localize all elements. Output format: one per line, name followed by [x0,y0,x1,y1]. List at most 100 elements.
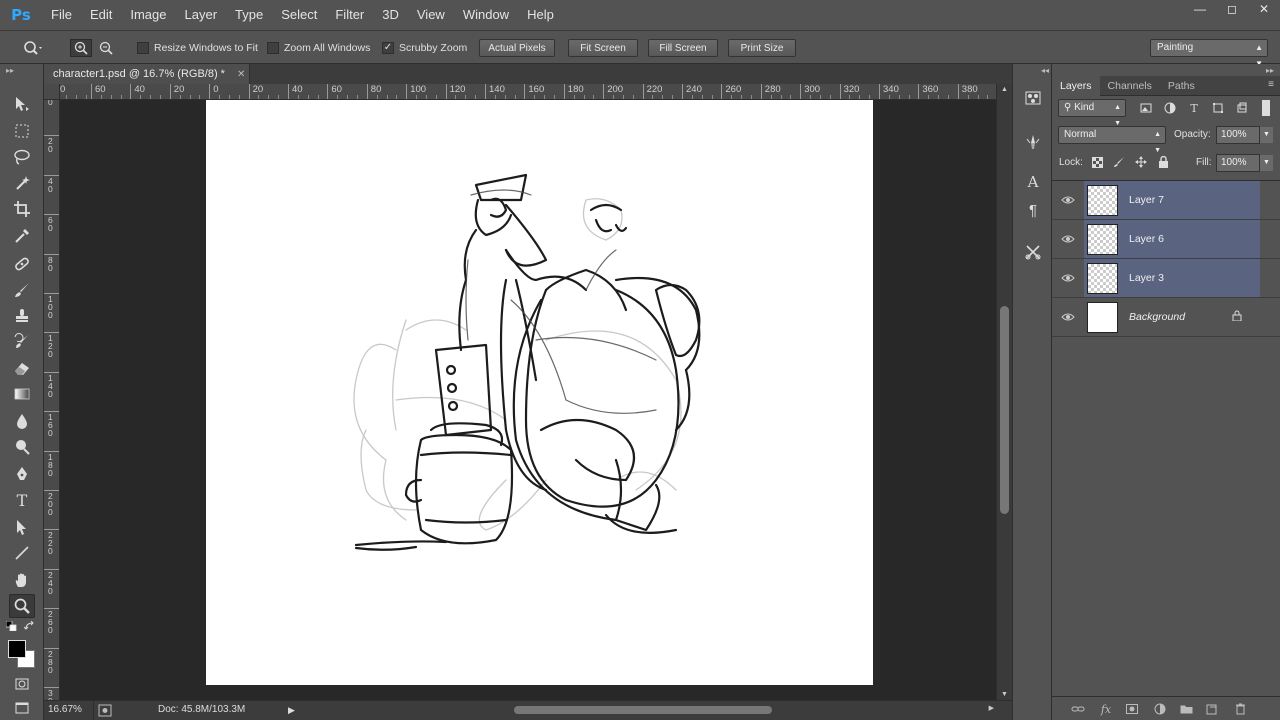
line-tool-icon[interactable] [9,541,35,565]
delete-layer-trash-icon[interactable] [1232,701,1248,717]
visibility-eye-icon[interactable] [1058,259,1078,297]
adjustment-layer-filter-icon[interactable] [1162,100,1178,116]
dodge-tool-icon[interactable] [9,435,35,459]
shape-layer-filter-icon[interactable] [1210,100,1226,116]
zoom-level-field[interactable]: 16.67% [44,701,94,720]
resize-windows-checkbox[interactable] [137,41,149,54]
close-button[interactable]: ✕ [1248,0,1280,18]
scrubby-zoom-checkbox[interactable]: ✓ [382,41,394,54]
vertical-ruler[interactable]: 0 20 40 60 80 100 120 140 160 180 200 220 240 260 280 3… [44,100,60,700]
close-document-icon[interactable]: ✕ [237,69,245,80]
eyedropper-tool-icon[interactable] [9,224,35,248]
tool-presets-icon[interactable] [1021,240,1045,264]
screen-mode-icon[interactable] [9,696,35,720]
zoom-tool-preset-icon[interactable] [22,39,44,57]
menu-window[interactable]: Window [454,0,518,30]
brush-presets-icon[interactable] [1021,86,1045,110]
tab-layers[interactable]: Layers [1052,76,1100,96]
type-layer-filter-icon[interactable]: T [1186,100,1202,116]
magic-wand-tool-icon[interactable] [9,171,35,195]
pen-tool-icon[interactable] [9,462,35,486]
scrubby-zoom-option[interactable]: ✓ Scrubby Zoom [382,31,467,64]
adjustment-layer-icon[interactable] [1152,701,1168,717]
zoom-all-checkbox[interactable] [267,41,279,54]
blur-tool-icon[interactable] [9,409,35,433]
menu-3d[interactable]: 3D [373,0,408,30]
menu-help[interactable]: Help [518,0,563,30]
layer-style-fx-icon[interactable]: fx [1098,701,1114,717]
horizontal-scrollbar[interactable]: ▶ [302,703,1002,717]
character-panel-icon[interactable]: A [1021,170,1045,194]
marquee-tool-icon[interactable] [9,119,35,143]
new-layer-icon[interactable] [1204,701,1220,717]
path-selection-tool-icon[interactable] [9,515,35,539]
lasso-tool-icon[interactable] [9,145,35,169]
lock-image-icon[interactable] [1112,155,1126,169]
ruler-origin[interactable] [44,84,60,100]
layer-row[interactable]: Layer 7 [1052,181,1280,220]
lock-position-icon[interactable] [1134,155,1148,169]
menu-select[interactable]: Select [272,0,326,30]
tab-paths[interactable]: Paths [1160,76,1203,96]
menu-edit[interactable]: Edit [81,0,121,30]
new-group-folder-icon[interactable] [1178,701,1194,717]
visibility-eye-icon[interactable] [1058,220,1078,258]
lock-transparent-icon[interactable] [1090,155,1104,169]
chevron-down-icon[interactable]: ▼ [1259,155,1273,171]
menu-file[interactable]: File [42,0,81,30]
move-tool-icon[interactable] [9,92,35,116]
chevron-down-icon[interactable]: ▼ [1259,127,1273,143]
filter-toggle-switch[interactable] [1262,100,1270,116]
collapse-toolbar-icon[interactable]: ▸▸ [6,66,14,75]
zoom-out-icon[interactable] [95,39,117,57]
fill-screen-button[interactable]: Fill Screen [648,39,718,57]
layer-row[interactable]: Layer 3 [1052,259,1280,298]
document-tab[interactable]: character1.psd @ 16.7% (RGB/8) * ✕ [44,64,250,84]
filter-kind-select[interactable]: ⚲ Kind ▲ ▼ [1058,99,1126,127]
scroll-up-icon[interactable]: ▲ [1001,86,1008,93]
crop-tool-icon[interactable] [9,197,35,221]
actual-pixels-button[interactable]: Actual Pixels [479,39,555,57]
scroll-down-icon[interactable]: ▼ [1001,691,1008,698]
resize-windows-option[interactable]: Resize Windows to Fit [137,31,258,64]
hand-tool-icon[interactable] [9,568,35,592]
blend-mode-select[interactable]: Normal ▲ ▼ [1058,126,1166,154]
panel-menu-icon[interactable]: ≡ [1268,79,1274,90]
horizontal-ruler[interactable]: 0 60 40 20 0 20 40 60 80 100 120 140 160 180 200 220 240… [60,84,996,100]
menu-image[interactable]: Image [121,0,175,30]
collapse-dock-icon[interactable]: ◂◂ [1041,66,1049,75]
export-icon[interactable] [98,704,112,720]
quick-mask-icon[interactable] [9,672,35,696]
brush-panel-icon[interactable] [1021,130,1045,154]
eraser-tool-icon[interactable] [9,356,35,380]
foreground-color-swatch[interactable] [8,640,26,658]
smart-object-filter-icon[interactable] [1234,100,1250,116]
print-size-button[interactable]: Print Size [728,39,796,57]
paragraph-panel-icon[interactable]: ¶ [1021,198,1045,222]
vertical-scroll-thumb[interactable] [1000,306,1009,514]
link-layers-icon[interactable] [1070,701,1086,717]
type-tool-icon[interactable]: T [9,488,35,512]
menu-type[interactable]: Type [226,0,272,30]
vertical-scrollbar[interactable]: ▲ ▼ [996,84,1012,700]
fit-screen-button[interactable]: Fit Screen [568,39,638,57]
canvas-area[interactable] [60,100,996,700]
default-colors-icon[interactable] [4,620,20,632]
swap-colors-icon[interactable] [22,620,38,632]
pixel-layer-filter-icon[interactable] [1138,100,1154,116]
document-canvas[interactable] [206,100,873,685]
maximize-button[interactable]: ◻ [1216,0,1248,18]
layer-row[interactable]: Layer 6 [1052,220,1280,259]
visibility-eye-icon[interactable] [1058,181,1078,219]
workspace-select[interactable]: Painting ▲▼ [1150,39,1268,68]
layer-row[interactable]: Background [1052,298,1280,337]
collapse-panels-icon[interactable]: ▸▸ [1266,66,1274,75]
zoom-tool-icon[interactable] [9,594,35,618]
clone-stamp-tool-icon[interactable] [9,304,35,328]
fill-field[interactable]: 100% ▼ [1216,154,1273,172]
brush-tool-icon[interactable] [9,278,35,302]
add-mask-icon[interactable] [1124,701,1140,717]
menu-view[interactable]: View [408,0,454,30]
menu-layer[interactable]: Layer [176,0,227,30]
status-menu-icon[interactable]: ▶ [288,705,295,716]
